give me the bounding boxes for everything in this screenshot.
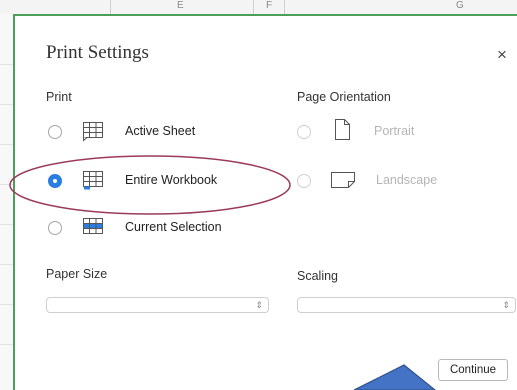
chevron-up-down-icon: ⇕ (502, 300, 510, 310)
portrait-label: Portrait (374, 124, 415, 138)
portrait-radio[interactable] (297, 125, 311, 139)
column-divider (284, 0, 285, 14)
print-option-entire-workbook[interactable]: Entire Workbook (48, 171, 268, 194)
active-sheet-radio[interactable] (48, 125, 62, 139)
row-divider (0, 304, 13, 305)
print-option-active-sheet[interactable]: Active Sheet (48, 122, 268, 145)
paper-size-label: Paper Size (46, 267, 108, 281)
row-divider (0, 144, 13, 145)
entire-workbook-radio[interactable] (48, 174, 62, 188)
print-settings-dialog: Print Settings × Print Active Sheet Enti… (16, 16, 517, 390)
page-orientation-section-label: Page Orientation (297, 90, 391, 104)
row-divider (0, 224, 13, 225)
row-divider (0, 184, 13, 185)
selection-border-left (13, 14, 15, 390)
landscape-radio[interactable] (297, 174, 311, 188)
print-option-current-selection[interactable]: Current Selection (48, 218, 268, 241)
column-divider (253, 0, 254, 14)
column-divider (110, 0, 111, 14)
column-header-g[interactable]: G (456, 0, 464, 12)
column-header-e[interactable]: E (177, 0, 184, 12)
column-header-strip: E F G (0, 0, 517, 15)
selection-grid-icon (83, 218, 103, 234)
scaling-select[interactable]: ⇕ (297, 297, 516, 313)
active-sheet-label: Active Sheet (125, 124, 196, 138)
workbook-grid-icon (83, 171, 103, 190)
portrait-page-icon (335, 119, 350, 140)
landscape-label: Landscape (376, 173, 438, 187)
current-selection-label: Current Selection (125, 220, 222, 234)
chevron-up-down-icon: ⇕ (255, 300, 263, 310)
entire-workbook-label: Entire Workbook (125, 173, 218, 187)
orientation-option-portrait[interactable]: Portrait (297, 119, 497, 145)
landscape-page-icon (331, 172, 355, 188)
current-selection-radio[interactable] (48, 221, 62, 235)
print-section-label: Print (46, 90, 72, 104)
row-divider (0, 104, 13, 105)
row-header-gutter (0, 14, 14, 390)
paper-size-select[interactable]: ⇕ (46, 297, 269, 313)
row-divider (0, 344, 13, 345)
row-divider (0, 64, 13, 65)
orientation-option-landscape[interactable]: Landscape (297, 172, 497, 194)
close-icon: × (497, 45, 507, 64)
dialog-title: Print Settings (46, 42, 149, 63)
column-header-f[interactable]: F (266, 0, 272, 12)
row-divider (0, 264, 13, 265)
continue-button[interactable]: Continue (438, 359, 508, 381)
active-sheet-grid-icon (83, 122, 103, 142)
close-button[interactable]: × (494, 45, 510, 64)
scaling-label: Scaling (297, 269, 338, 283)
